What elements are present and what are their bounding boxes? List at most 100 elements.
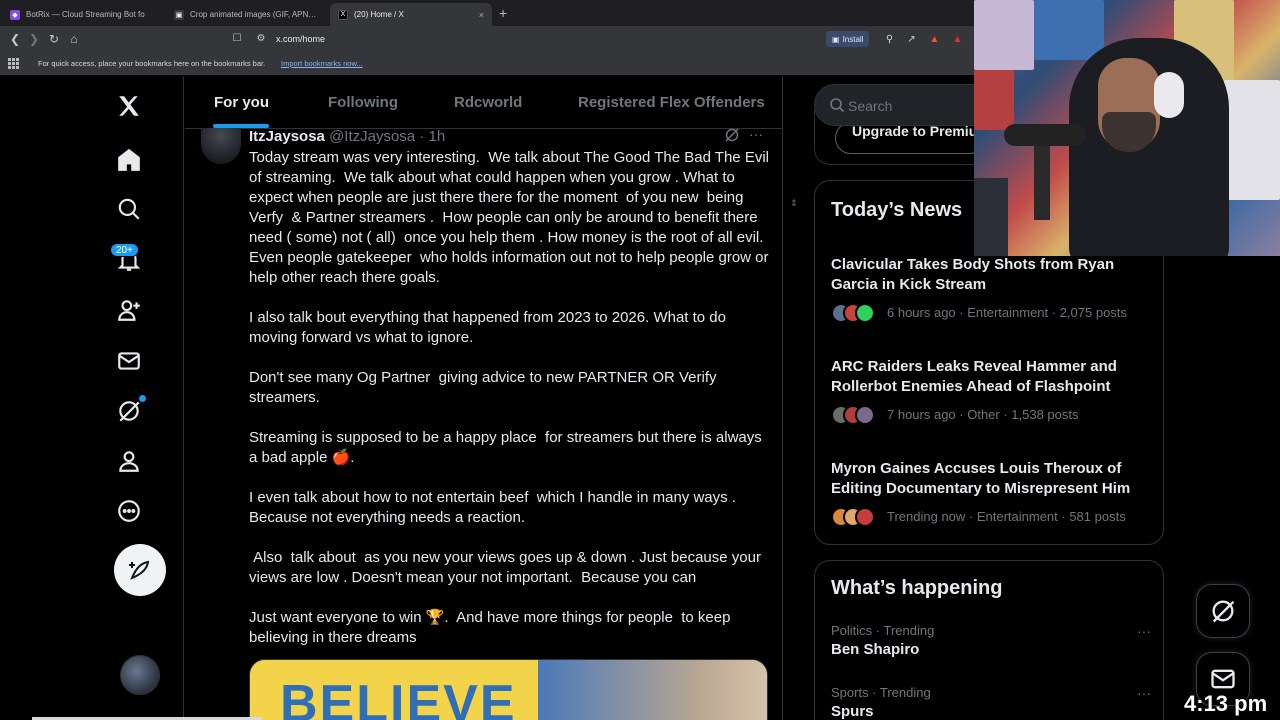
back-icon[interactable]: ❮ — [8, 32, 22, 46]
browser-tab-botrix[interactable]: ◆ BotRix — Cloud Streaming Bot fo — [2, 3, 160, 26]
compose-feather-icon — [129, 560, 150, 580]
new-tab-button[interactable]: + — [499, 5, 507, 21]
bookmark-icon[interactable]: ☐ — [230, 32, 244, 46]
trend-item[interactable]: Politics · Trending Ben Shapiro ··· — [831, 623, 1151, 658]
todays-news-title: Today’s News — [831, 199, 963, 221]
install-label: Install — [842, 34, 864, 44]
whats-happening-card: What’s happening Politics · Trending Ben… — [814, 560, 1164, 720]
post-media-image[interactable]: BELIEVE — [249, 659, 768, 720]
grok-unread-dot — [139, 395, 146, 402]
media-sign-text: BELIEVE — [280, 675, 517, 720]
follow-icon[interactable] — [113, 294, 145, 326]
headphones-icon — [1154, 72, 1184, 118]
zoom-icon[interactable]: ⚲ — [883, 33, 896, 46]
tab-title: Crop animated images (GIF, APNG, W — [190, 10, 318, 19]
stream-clock: 4:13 pm — [1184, 691, 1268, 716]
trend-context: Politics · Trending — [831, 623, 935, 638]
post-more-icon[interactable]: ··· — [749, 126, 763, 142]
post-author-avatar[interactable] — [201, 128, 241, 164]
profile-icon[interactable] — [113, 445, 145, 477]
tab-title: BotRix — Cloud Streaming Bot fo — [26, 10, 145, 19]
notifications-badge: 20+ — [110, 243, 139, 257]
share-icon[interactable]: ↗ — [905, 33, 918, 46]
tab-registered-flex-offenders[interactable]: Registered Flex Offenders — [578, 94, 765, 111]
post-paragraph: I even talk about how to not entertain b… — [249, 489, 741, 526]
news-avatars — [831, 507, 879, 527]
post-header: ItzJaysosa @ItzJaysosa · 1h — [249, 128, 445, 145]
import-bookmarks-link[interactable]: Import bookmarks now... — [281, 59, 363, 68]
news-meta: 7 hours ago · Other · 1,538 posts — [887, 407, 1079, 422]
browser-tab-crop[interactable]: ▣ Crop animated images (GIF, APNG, W — [166, 3, 326, 26]
news-meta: Trending now · Entertainment · 581 posts — [887, 509, 1126, 524]
news-avatars — [831, 405, 879, 425]
x-logo-icon[interactable] — [113, 90, 145, 122]
trend-item[interactable]: Sports · Trending Spurs ··· — [831, 685, 1151, 720]
mic-arm — [1034, 140, 1050, 220]
x-favicon-icon: X — [338, 9, 348, 20]
messages-icon[interactable] — [113, 345, 145, 377]
apps-grid-icon[interactable] — [8, 58, 19, 69]
home-page-icon[interactable]: ⌂ — [67, 32, 81, 46]
crop-favicon-icon: ▣ — [174, 9, 184, 20]
post-paragraph — [249, 468, 769, 488]
upgrade-premium-button[interactable]: Upgrade to Premium+ — [835, 122, 985, 154]
home-icon[interactable] — [113, 144, 145, 176]
post-paragraph: Don't see many Og Partner giving advice … — [249, 369, 721, 406]
tab-following[interactable]: Following — [328, 94, 398, 111]
post-text: Today stream was very interesting. We ta… — [249, 148, 769, 648]
grok-explain-icon[interactable] — [724, 128, 740, 142]
post-author-name[interactable]: ItzJaysosa — [249, 128, 325, 145]
bookmarks-hint: For quick access, place your bookmarks h… — [38, 59, 266, 68]
post-author-handle[interactable]: @ItzJaysosa — [329, 128, 415, 145]
wall-poster — [974, 70, 1014, 130]
news-item[interactable]: Clavicular Takes Body Shots from Ryan Ga… — [831, 255, 1151, 323]
news-meta-row: 6 hours ago · Entertainment · 2,075 post… — [831, 303, 1151, 323]
tab-close-icon[interactable]: × — [479, 10, 484, 20]
trend-context: Sports · Trending — [831, 685, 931, 700]
post-time[interactable]: 1h — [429, 128, 446, 145]
trend-more-icon[interactable]: ··· — [1137, 623, 1151, 639]
news-avatar — [855, 507, 875, 527]
trend-name[interactable]: Ben Shapiro — [831, 641, 1151, 658]
post-paragraph — [249, 408, 769, 428]
brave-shields-icon[interactable]: ▲ — [928, 33, 941, 46]
install-button[interactable]: ▣ Install — [826, 31, 870, 47]
reload-icon[interactable]: ↻ — [47, 32, 61, 46]
news-avatars — [831, 303, 879, 323]
brave-rewards-icon[interactable]: ▲ — [951, 33, 964, 46]
explore-icon[interactable] — [113, 193, 145, 225]
news-avatar — [855, 405, 875, 425]
url-text[interactable]: x.com/home — [276, 34, 325, 44]
post-paragraph: Today stream was very interesting. We ta… — [249, 149, 774, 286]
more-icon[interactable] — [113, 495, 145, 527]
tab-title: (20) Home / X — [354, 10, 404, 19]
timeline: For you Following Rdcworld Registered Fl… — [185, 76, 783, 720]
trend-name[interactable]: Spurs — [831, 703, 1151, 720]
post-paragraph: Also talk about as you new your views go… — [249, 549, 766, 586]
microphone-icon — [1004, 124, 1086, 146]
primary-nav: 20+ — [0, 76, 184, 720]
news-headline[interactable]: Clavicular Takes Body Shots from Ryan Ga… — [831, 255, 1151, 295]
scroll-grip-icon[interactable]: ⇕ — [790, 198, 798, 209]
tab-rdcworld[interactable]: Rdcworld — [454, 94, 522, 111]
install-icon: ▣ — [832, 34, 840, 44]
grok-floating-button[interactable] — [1196, 584, 1250, 638]
search-icon — [830, 98, 845, 113]
trend-more-icon[interactable]: ··· — [1137, 685, 1151, 701]
site-info-icon[interactable]: ⚙ — [254, 32, 268, 46]
compose-post-button[interactable] — [114, 544, 166, 596]
camera-equipment — [974, 178, 1008, 256]
news-avatar — [855, 303, 875, 323]
news-item[interactable]: ARC Raiders Leaks Reveal Hammer and Roll… — [831, 357, 1151, 425]
news-item[interactable]: Myron Gaines Accuses Louis Theroux of Ed… — [831, 459, 1151, 527]
tab-for-you[interactable]: For you — [214, 94, 269, 111]
post-paragraph — [249, 528, 769, 548]
news-headline[interactable]: ARC Raiders Leaks Reveal Hammer and Roll… — [831, 357, 1151, 397]
webcam-overlay — [974, 0, 1280, 256]
post-paragraph: Streaming is supposed to be a happy plac… — [249, 429, 766, 466]
account-avatar[interactable] — [120, 655, 160, 695]
news-headline[interactable]: Myron Gaines Accuses Louis Theroux of Ed… — [831, 459, 1151, 499]
grok-icon — [1212, 600, 1235, 623]
forward-icon[interactable]: ❯ — [27, 32, 41, 46]
browser-tab-x-home[interactable]: X (20) Home / X × — [330, 3, 492, 26]
